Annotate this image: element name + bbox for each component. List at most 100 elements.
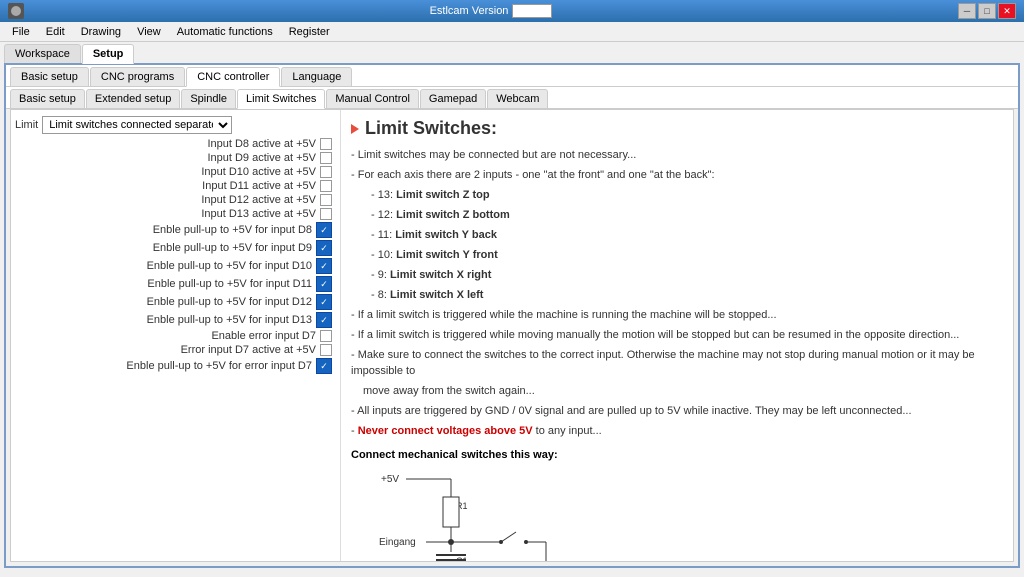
minimize-button[interactable]: ─: [958, 3, 976, 19]
menu-automatic-functions[interactable]: Automatic functions: [169, 24, 281, 40]
input-d10-checkbox[interactable]: [320, 166, 332, 178]
pullup-d11-checkbox[interactable]: ✓: [316, 276, 332, 292]
limit-row: Limit Limit switches connected separatel…: [15, 116, 336, 134]
info-line-13: - All inputs are triggered by GND / 0V s…: [351, 403, 1003, 419]
error-d7-active-label: Error input D7 active at +5V: [181, 344, 316, 356]
tab-language[interactable]: Language: [281, 67, 352, 86]
info-line-9: - If a limit switch is triggered while t…: [351, 307, 1003, 323]
info-line-4: - 12: Limit switch Z bottom: [351, 207, 1003, 223]
error-d7-active-row: Error input D7 active at +5V: [15, 344, 336, 356]
left-panel: Limit Limit switches connected separatel…: [11, 110, 341, 561]
info-line-14: - Never connect voltages above 5V to any…: [351, 423, 1003, 439]
pullup-d10-row: Enble pull-up to +5V for input D10 ✓: [15, 258, 336, 274]
third-tab-bar: Basic setup Extended setup Spindle Limit…: [6, 87, 1018, 109]
pullup-d8-label: Enble pull-up to +5V for input D8: [153, 224, 312, 236]
info-line-2: - For each axis there are 2 inputs - one…: [351, 167, 1003, 183]
pullup-d9-checkbox[interactable]: ✓: [316, 240, 332, 256]
tab-basic-setup[interactable]: Basic setup: [10, 67, 89, 86]
input-d9-checkbox[interactable]: [320, 152, 332, 164]
svg-text:+5V: +5V: [381, 474, 399, 485]
pullup-d13-row: Enble pull-up to +5V for input D13 ✓: [15, 312, 336, 328]
tab-setup[interactable]: Setup: [82, 44, 135, 64]
tab-manual-control[interactable]: Manual Control: [326, 89, 419, 108]
info-line-7: - 9: Limit switch X right: [351, 267, 1003, 283]
pullup-error-d7-label: Enble pull-up to +5V for error input D7: [126, 360, 312, 372]
pullup-d8-checkbox[interactable]: ✓: [316, 222, 332, 238]
info-line-3: - 13: Limit switch Z top: [351, 187, 1003, 203]
input-d9-row: Input D9 active at +5V: [15, 152, 336, 164]
input-d10-label: Input D10 active at +5V: [201, 166, 316, 178]
menu-bar: File Edit Drawing View Automatic functio…: [0, 22, 1024, 42]
svg-text:Eingang: Eingang: [379, 537, 416, 548]
title-text: Estlcam Version: [24, 4, 958, 18]
input-d13-checkbox[interactable]: [320, 208, 332, 220]
input-d8-checkbox[interactable]: [320, 138, 332, 150]
error-d7-row: Enable error input D7: [15, 330, 336, 342]
menu-drawing[interactable]: Drawing: [73, 24, 129, 40]
input-d11-row: Input D11 active at +5V: [15, 180, 336, 192]
error-d7-checkbox[interactable]: [320, 330, 332, 342]
mechanical-title: Connect mechanical switches this way:: [351, 449, 1003, 461]
menu-view[interactable]: View: [129, 24, 169, 40]
input-d8-label: Input D8 active at +5V: [207, 138, 316, 150]
menu-edit[interactable]: Edit: [38, 24, 73, 40]
info-line-12: move away from the switch again...: [351, 383, 1003, 399]
limit-label: Limit: [15, 119, 38, 131]
maximize-button[interactable]: □: [978, 3, 996, 19]
section-title: Limit Switches:: [351, 118, 1003, 139]
window-controls: ─ □ ✕: [958, 3, 1016, 19]
pullup-d9-row: Enble pull-up to +5V for input D9 ✓: [15, 240, 336, 256]
info-line-10: - If a limit switch is triggered while m…: [351, 327, 1003, 343]
pullup-error-d7-checkbox[interactable]: ✓: [316, 358, 332, 374]
pullup-d8-row: Enble pull-up to +5V for input D8 ✓: [15, 222, 336, 238]
input-d13-label: Input D13 active at +5V: [201, 208, 316, 220]
menu-file[interactable]: File: [4, 24, 38, 40]
version-box: [512, 4, 552, 18]
pullup-d10-label: Enble pull-up to +5V for input D10: [147, 260, 312, 272]
tab-limit-switches[interactable]: Limit Switches: [237, 89, 325, 109]
error-d7-label: Enable error input D7: [211, 330, 316, 342]
mechanical-circuit: +5V R1 Eingang: [371, 467, 1003, 561]
input-d13-row: Input D13 active at +5V: [15, 208, 336, 220]
tab-gamepad[interactable]: Gamepad: [420, 89, 486, 108]
pullup-d12-checkbox[interactable]: ✓: [316, 294, 332, 310]
limit-dropdown[interactable]: Limit switches connected separately: [42, 116, 232, 134]
right-panel: Limit Switches: - Limit switches may be …: [341, 110, 1013, 561]
pullup-d12-label: Enble pull-up to +5V for input D12: [147, 296, 312, 308]
input-d11-checkbox[interactable]: [320, 180, 332, 192]
pullup-d11-label: Enble pull-up to +5V for input D11: [147, 278, 312, 290]
info-line-11: - Make sure to connect the switches to t…: [351, 347, 1003, 379]
tab-spindle[interactable]: Spindle: [181, 89, 236, 108]
tab-cnc-controller[interactable]: CNC controller: [186, 67, 280, 87]
info-line-8: - 8: Limit switch X left: [351, 287, 1003, 303]
pullup-d10-checkbox[interactable]: ✓: [316, 258, 332, 274]
tab-workspace[interactable]: Workspace: [4, 44, 81, 63]
input-d12-checkbox[interactable]: [320, 194, 332, 206]
pullup-error-d7-row: Enble pull-up to +5V for error input D7 …: [15, 358, 336, 374]
input-d9-label: Input D9 active at +5V: [207, 152, 316, 164]
close-button[interactable]: ✕: [998, 3, 1016, 19]
tab-extended-setup[interactable]: Extended setup: [86, 89, 180, 108]
menu-register[interactable]: Register: [281, 24, 338, 40]
info-line-6: - 10: Limit switch Y front: [351, 247, 1003, 263]
second-tab-bar: Basic setup CNC programs CNC controller …: [6, 65, 1018, 87]
info-line-5: - 11: Limit switch Y back: [351, 227, 1003, 243]
input-d12-row: Input D12 active at +5V: [15, 194, 336, 206]
tab-cnc-programs[interactable]: CNC programs: [90, 67, 185, 86]
input-d11-label: Input D11 active at +5V: [202, 180, 316, 192]
pullup-d13-label: Enble pull-up to +5V for input D13: [147, 314, 312, 326]
title-bar: Estlcam Version ─ □ ✕: [0, 0, 1024, 22]
main-content: Limit Limit switches connected separatel…: [10, 109, 1014, 562]
tab-basic-setup-2[interactable]: Basic setup: [10, 89, 85, 108]
pullup-d11-row: Enble pull-up to +5V for input D11 ✓: [15, 276, 336, 292]
app-icon: [8, 3, 24, 19]
pullup-d12-row: Enble pull-up to +5V for input D12 ✓: [15, 294, 336, 310]
input-d12-label: Input D12 active at +5V: [201, 194, 316, 206]
error-d7-active-checkbox[interactable]: [320, 344, 332, 356]
input-d8-row: Input D8 active at +5V: [15, 138, 336, 150]
pullup-d9-label: Enble pull-up to +5V for input D9: [153, 242, 312, 254]
top-tab-bar: Workspace Setup: [0, 42, 1024, 63]
pullup-d13-checkbox[interactable]: ✓: [316, 312, 332, 328]
tab-webcam[interactable]: Webcam: [487, 89, 548, 108]
input-d10-row: Input D10 active at +5V: [15, 166, 336, 178]
